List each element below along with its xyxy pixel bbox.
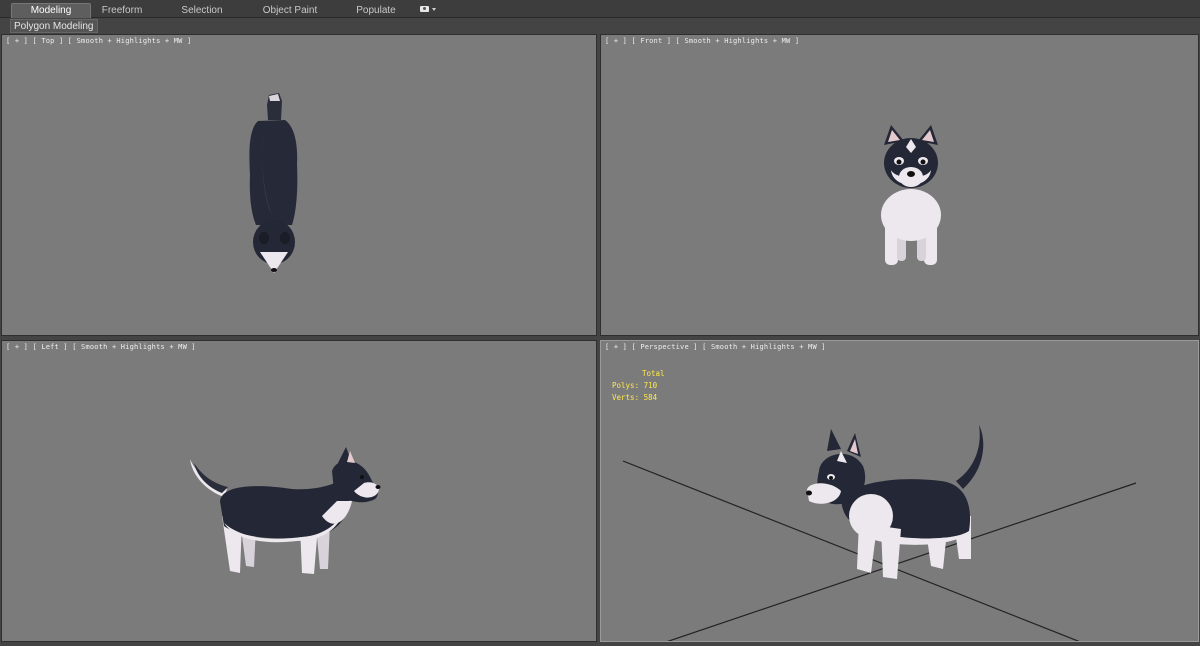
- tab-populate[interactable]: Populate: [344, 3, 408, 18]
- tab-object-paint[interactable]: Object Paint: [252, 3, 328, 18]
- ribbon-tabs: Modeling Freeform Selection Object Paint…: [0, 0, 1200, 18]
- camera-icon: [420, 6, 429, 12]
- ribbon-options-dropdown[interactable]: [419, 4, 439, 16]
- viewport-top[interactable]: [ + ] [ Top ] [ Smooth + Highlights + MW…: [1, 34, 597, 336]
- tab-modeling[interactable]: Modeling: [11, 3, 91, 18]
- tab-selection[interactable]: Selection: [168, 3, 236, 18]
- ribbon-panel-row: Polygon Modeling: [0, 18, 1200, 34]
- polygon-modeling-panel-button[interactable]: Polygon Modeling: [10, 19, 98, 33]
- tab-freeform[interactable]: Freeform: [90, 3, 154, 18]
- husky-side-view: [190, 447, 381, 574]
- husky-perspective-view: [806, 425, 984, 579]
- perspective-scene: [622, 425, 1137, 641]
- chevron-down-icon: [432, 8, 436, 11]
- husky-front-view: [881, 125, 941, 265]
- husky-top-view: [249, 93, 298, 273]
- viewport-left[interactable]: [ + ] [ Left ] [ Smooth + Highlights + M…: [1, 340, 597, 642]
- viewport-front[interactable]: [ + ] [ Front ] [ Smooth + Highlights + …: [600, 34, 1199, 336]
- viewport-perspective[interactable]: [ + ] [ Perspective ] [ Smooth + Highlig…: [600, 340, 1199, 642]
